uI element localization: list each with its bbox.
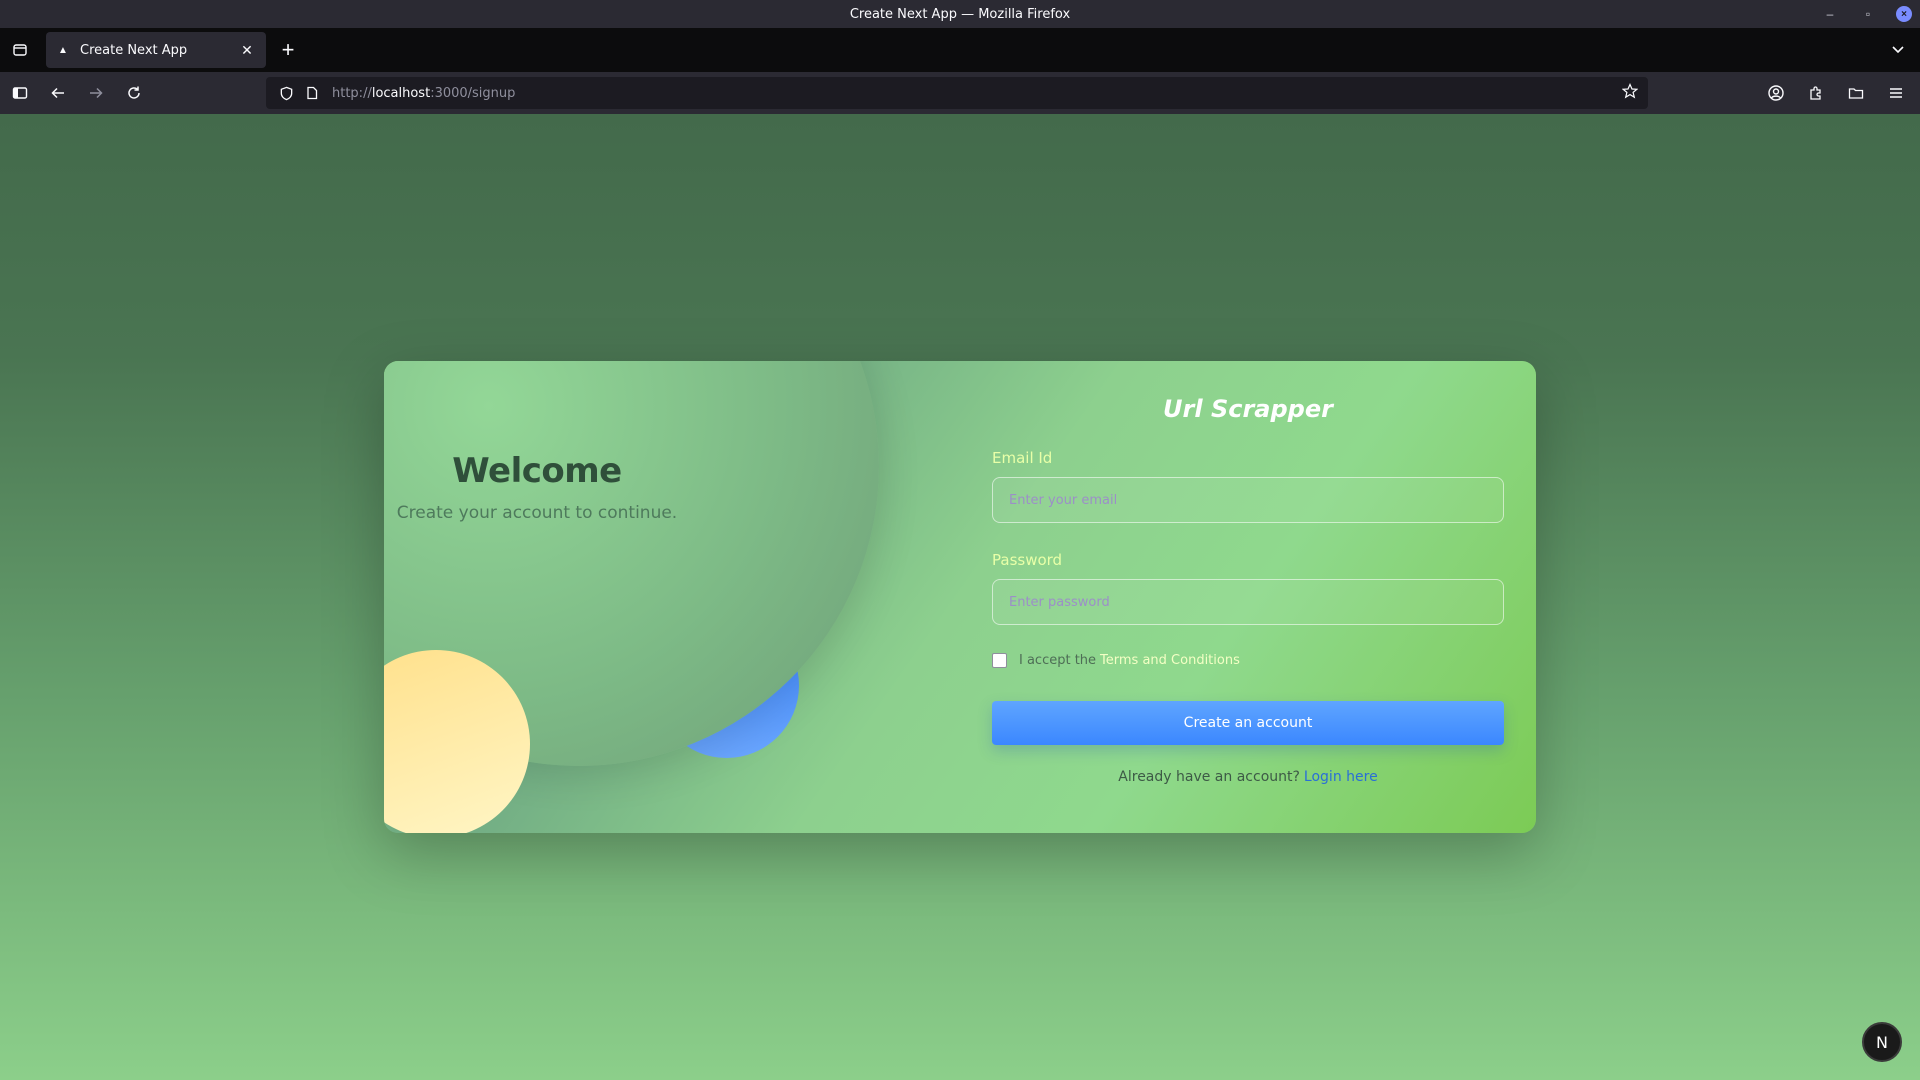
firefox-view-button[interactable]: [0, 28, 40, 72]
account-icon: [1768, 85, 1784, 101]
tab-strip: ▲ Create Next App ✕ +: [0, 28, 1920, 72]
terms-label: I accept the: [1019, 653, 1097, 668]
welcome-panel: Welcome Create your account to continue.: [384, 451, 690, 523]
plus-icon: +: [281, 37, 295, 62]
screenshot-button[interactable]: [1838, 75, 1874, 111]
window-titlebar: Create Next App — Mozilla Firefox – ▫ ×: [0, 0, 1920, 28]
arrow-right-icon: [90, 87, 103, 99]
window-controls: – ▫ ×: [1820, 4, 1912, 24]
url-host: localhost: [371, 85, 431, 101]
arrow-left-icon: [51, 87, 64, 99]
navigation-toolbar: http://localhost:3000/signup: [0, 72, 1920, 114]
tab-create-next-app[interactable]: ▲ Create Next App ✕: [46, 32, 266, 68]
welcome-heading: Welcome: [452, 451, 622, 491]
list-all-tabs-button[interactable]: [1886, 38, 1910, 62]
sidebar-toggle-button[interactable]: [2, 75, 38, 111]
puzzle-icon: [1810, 86, 1821, 100]
restore-icon[interactable]: ▫: [1858, 4, 1878, 24]
shield-icon[interactable]: [276, 83, 296, 103]
nextjs-logo-icon: N: [1876, 1032, 1888, 1052]
password-input[interactable]: [992, 579, 1504, 625]
extensions-button[interactable]: [1798, 75, 1834, 111]
terms-link[interactable]: Terms and Conditions: [1100, 653, 1240, 668]
signup-card: Welcome Create your account to continue.…: [384, 361, 1536, 833]
welcome-subtitle: Create your account to continue.: [396, 503, 678, 523]
app-title: Url Scrapper: [1163, 395, 1333, 423]
tab-title: Create Next App: [80, 42, 188, 58]
firefox-view-icon: [13, 44, 27, 56]
vercel-triangle-icon: ▲: [58, 44, 68, 56]
back-button[interactable]: [40, 75, 76, 111]
account-button[interactable]: [1758, 75, 1794, 111]
toolbar-right: [1756, 75, 1914, 111]
url-text[interactable]: http://localhost:3000/signup: [332, 86, 515, 101]
signup-form: Url Scrapper Email Id Password I accept …: [992, 361, 1504, 785]
bookmark-star-icon[interactable]: [1621, 83, 1639, 104]
reload-icon: [128, 86, 140, 99]
url-path: :3000/signup: [430, 85, 516, 101]
url-bar[interactable]: http://localhost:3000/signup: [266, 77, 1648, 109]
window-title: Create Next App — Mozilla Firefox: [849, 6, 1071, 22]
login-link[interactable]: Login here: [1304, 769, 1378, 785]
terms-checkbox[interactable]: [992, 653, 1007, 668]
page-viewport: Welcome Create your account to continue.…: [0, 114, 1920, 1080]
folder-icon: [1848, 88, 1864, 99]
minimize-icon[interactable]: –: [1820, 4, 1840, 24]
reload-button[interactable]: [116, 75, 152, 111]
page-info-icon[interactable]: [302, 83, 322, 103]
login-prompt: Already have an account?: [1118, 769, 1300, 785]
email-label: Email Id: [992, 449, 1053, 467]
url-prefix: http://: [332, 85, 372, 101]
sidebar-icon: [12, 87, 28, 99]
terms-row: I accept the Terms and Conditions: [992, 653, 1504, 668]
create-account-button[interactable]: Create an account: [992, 701, 1504, 745]
nextjs-dev-indicator[interactable]: N: [1862, 1022, 1902, 1062]
email-input[interactable]: [992, 477, 1504, 523]
close-window-icon[interactable]: ×: [1896, 6, 1912, 22]
new-tab-button[interactable]: +: [270, 32, 306, 68]
password-label: Password: [992, 551, 1063, 569]
forward-button[interactable]: [78, 75, 114, 111]
app-menu-button[interactable]: [1878, 75, 1914, 111]
chevron-down-icon: [1892, 46, 1904, 54]
tab-close-icon[interactable]: ✕: [238, 41, 256, 59]
login-row: Already have an account? Login here: [992, 769, 1504, 785]
hamburger-menu-icon: [1890, 88, 1902, 98]
